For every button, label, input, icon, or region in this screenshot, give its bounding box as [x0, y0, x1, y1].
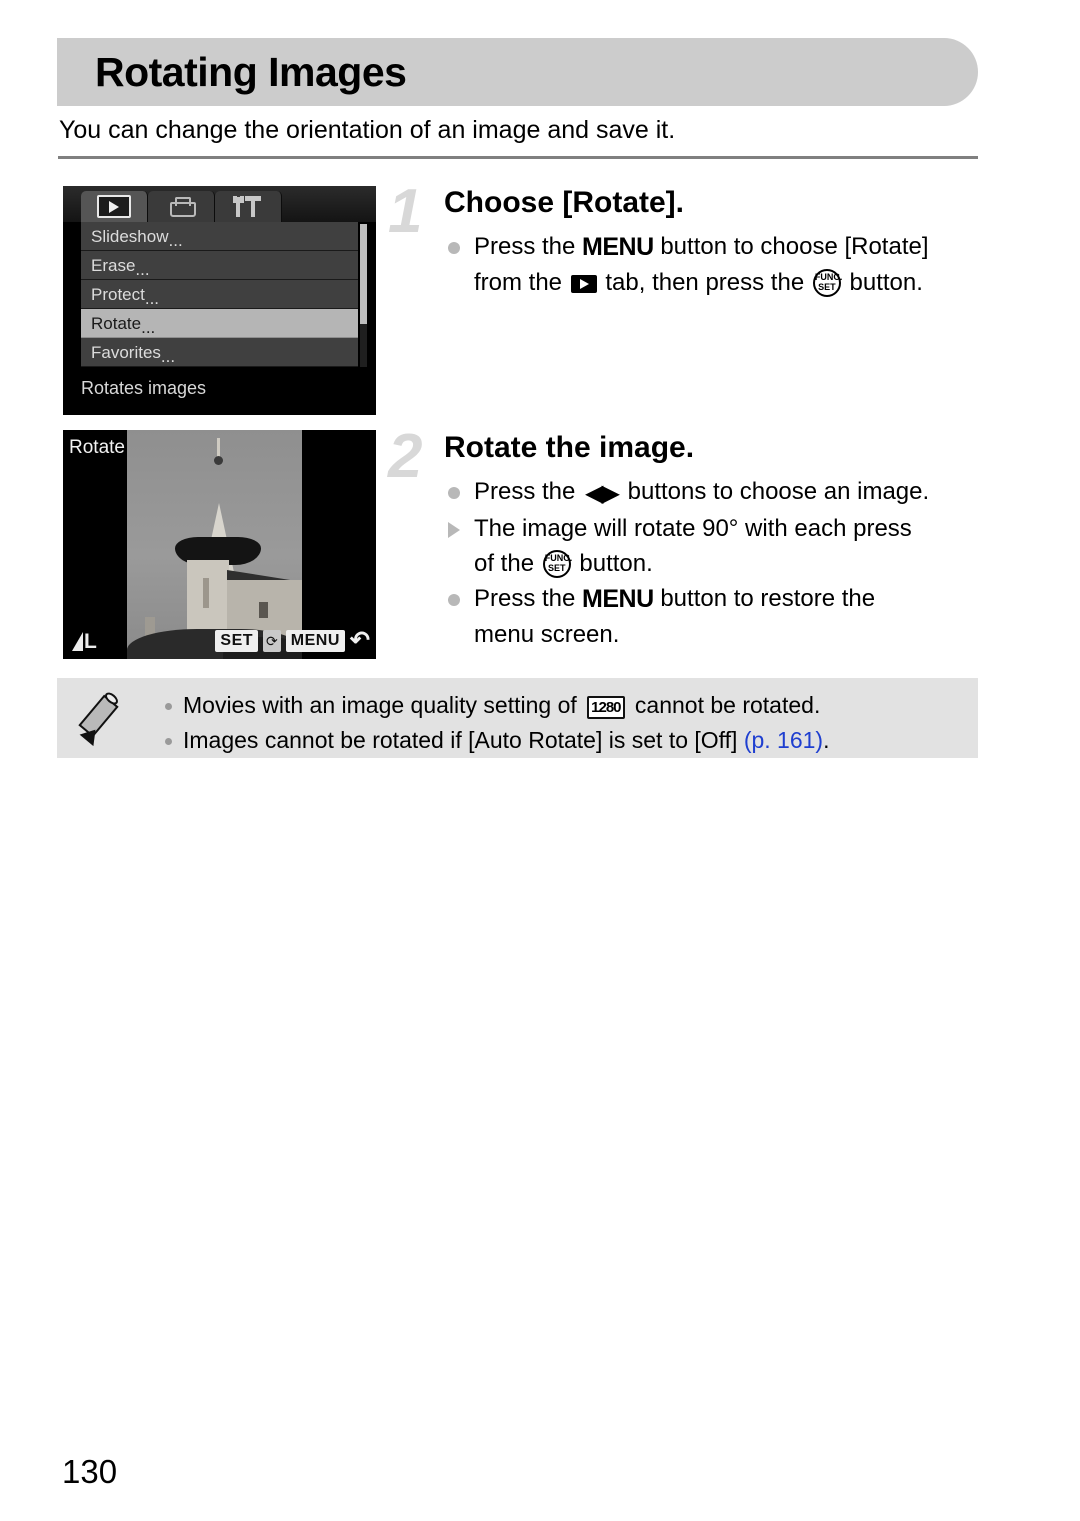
quality-wedge-icon: [72, 632, 83, 651]
menu-item-ellipsis: ...: [135, 260, 150, 279]
bullet-item: Press the ◀▶ buttons to choose an image.: [444, 474, 984, 511]
menu-item-label: Favorites: [91, 343, 161, 362]
page-intro-text: You can change the orientation of an ima…: [59, 116, 676, 144]
preview-photo: [127, 430, 302, 659]
step-number: 2: [388, 422, 423, 491]
menu-item-ellipsis: ...: [168, 231, 183, 250]
bullet-text: Press the: [474, 478, 583, 505]
playback-tab[interactable]: [81, 191, 148, 222]
menu-item-rotate[interactable]: Rotate...: [81, 309, 358, 338]
hd-quality-icon: 1280: [587, 696, 625, 719]
play-icon: [97, 195, 131, 218]
bullet-text: button.: [842, 269, 923, 296]
pencil-icon: [78, 690, 131, 747]
page-number: 130: [62, 1453, 118, 1490]
menu-item-label: Slideshow: [91, 227, 169, 246]
menu-item-slideshow[interactable]: Slideshow...: [81, 222, 358, 251]
playback-tab-glyph: [570, 275, 597, 293]
func-set-glyph: FUNC. SET: [542, 550, 573, 578]
note-text: .: [823, 727, 830, 753]
note-text: Movies with an image quality setting of: [183, 692, 584, 718]
menu-scrollbar[interactable]: [360, 224, 367, 367]
menu-button-glyph: MENU: [582, 585, 654, 613]
print-tab[interactable]: [148, 191, 215, 222]
step-heading: Choose [Rotate].: [444, 186, 684, 219]
step-1: 1 Choose [Rotate]. Press the MENU button…: [388, 177, 984, 300]
bullet-text: buttons to choose an image.: [620, 478, 930, 505]
rotate-icon: ⟳: [263, 630, 281, 652]
tools-icon: [233, 195, 263, 218]
bullet-continuation: from the tab, then press the FUNC. SET bu…: [444, 265, 984, 300]
bullet-text: The image will rotate 90° with each pres…: [474, 515, 912, 542]
menu-key-label[interactable]: MENU: [285, 630, 345, 652]
set-label: SET: [547, 563, 566, 573]
menu-item-protect[interactable]: Protect...: [81, 280, 358, 309]
bullet-item: Press the MENU button to choose [Rotate]: [444, 229, 984, 265]
back-arrow-icon: ↶: [349, 627, 370, 654]
settings-tab[interactable]: [215, 191, 282, 222]
menu-item-label: Rotate: [91, 314, 142, 333]
bullet-text: from the: [474, 269, 569, 296]
menu-item-erase[interactable]: Erase...: [81, 251, 358, 280]
menu-item-ellipsis: ...: [160, 347, 176, 366]
note-box: Movies with an image quality setting of …: [57, 678, 978, 758]
menu-item-label: Erase: [91, 256, 136, 275]
note-item: Movies with an image quality setting of …: [161, 688, 829, 723]
screen-control-hints: SET ⟳ MENU ↶: [215, 627, 370, 654]
bullet-text: Press the: [474, 233, 583, 260]
image-quality-badge: L: [72, 630, 97, 653]
menu-tab-bar: [63, 186, 376, 222]
bullet-text: Press the: [474, 585, 583, 612]
func-label: FUNC.: [544, 553, 573, 563]
menu-button-glyph: MENU: [582, 233, 654, 261]
bullet-text: button.: [572, 550, 653, 577]
func-set-glyph: FUNC. SET: [812, 269, 843, 297]
menu-scrollbar-thumb[interactable]: [360, 224, 367, 324]
page-reference-link[interactable]: (p. 161): [744, 727, 823, 753]
step-number: 1: [388, 177, 423, 246]
bullet-text: menu screen.: [474, 621, 620, 648]
note-item-list: Movies with an image quality setting of …: [161, 688, 829, 758]
printer-icon: [168, 196, 196, 217]
set-label: SET: [818, 282, 836, 292]
nave-window: [259, 602, 268, 618]
page-title: Rotating Images: [95, 49, 407, 95]
menu-hint-text: Rotates images: [81, 378, 207, 398]
menu-item-favorites[interactable]: Favorites...: [81, 338, 358, 367]
menu-item-list: Slideshow... Erase... Protect... Rotate.…: [81, 222, 358, 367]
note-text: cannot be rotated.: [628, 692, 821, 718]
left-right-buttons-glyph: ◀▶: [585, 480, 620, 507]
func-label: FUNC.: [814, 272, 843, 282]
quality-size-label: L: [84, 630, 97, 653]
bullet-item-result: The image will rotate 90° with each pres…: [444, 511, 984, 546]
bullet-continuation: of the FUNC. SET button.: [444, 546, 984, 581]
step-bullets: Press the MENU button to choose [Rotate]…: [444, 229, 984, 300]
note-text: Images cannot be rotated if [Auto Rotate…: [183, 727, 744, 753]
bullet-text: tab, then press the: [598, 269, 811, 296]
rotate-mode-label: Rotate: [69, 437, 125, 458]
step-heading: Rotate the image.: [444, 431, 695, 464]
header-divider: [58, 156, 978, 159]
menu-item-ellipsis: ...: [144, 289, 160, 308]
bullet-text: of the: [474, 550, 541, 577]
spire-ball: [214, 456, 223, 465]
step-bullets: Press the ◀▶ buttons to choose an image.…: [444, 474, 984, 652]
bullet-text: button to choose [Rotate]: [653, 233, 929, 260]
note-item: Images cannot be rotated if [Auto Rotate…: [161, 723, 829, 758]
camera-menu-screenshot: Slideshow... Erase... Protect... Rotate.…: [63, 186, 376, 415]
bullet-continuation: menu screen.: [444, 617, 984, 652]
menu-item-ellipsis: ...: [141, 318, 156, 337]
step-2: 2 Rotate the image. Press the ◀▶ buttons…: [388, 422, 984, 652]
set-key-label[interactable]: SET: [215, 630, 259, 652]
camera-rotate-screenshot: Rotate L SET ⟳ MENU ↶: [63, 430, 376, 659]
menu-item-label: Protect: [91, 285, 145, 304]
bullet-text: button to restore the: [653, 585, 876, 612]
bullet-item: Press the MENU button to restore the: [444, 581, 984, 617]
tower-window: [203, 578, 209, 608]
